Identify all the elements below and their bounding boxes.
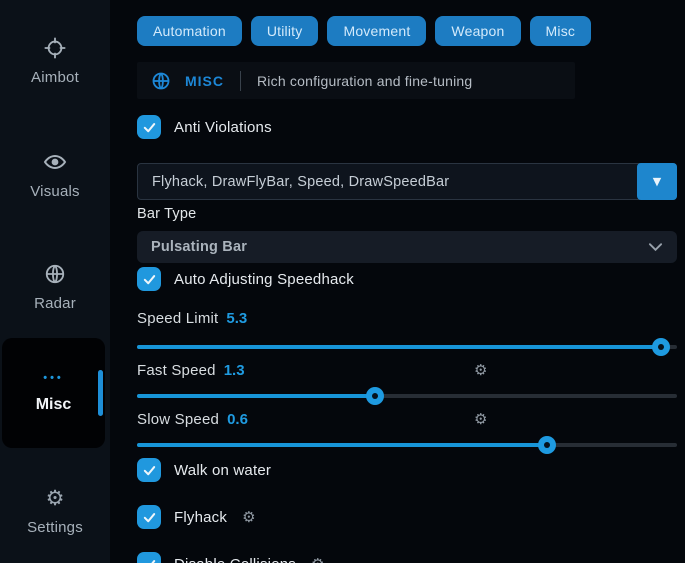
sidebar: Aimbot Visuals Radar •••: [0, 0, 110, 563]
globe-icon: [43, 262, 67, 286]
slider-thumb[interactable]: [652, 338, 670, 356]
slider-label: Fast Speed: [137, 362, 216, 379]
tab-utility[interactable]: Utility: [251, 16, 319, 46]
speed-limit-row: Speed Limit 5.3: [137, 310, 677, 327]
slider-track[interactable]: [137, 345, 677, 349]
ellipsis-icon: •••: [43, 372, 64, 384]
fast-speed-row: Fast Speed 1.3 ⚙: [137, 362, 677, 379]
checkbox-checked-icon[interactable]: [137, 505, 161, 529]
bar-type-label: Bar Type: [137, 206, 196, 222]
tab-automation[interactable]: Automation: [137, 16, 242, 46]
gear-icon: ⚙: [43, 486, 67, 510]
sidebar-item-label: Radar: [34, 295, 76, 312]
gear-icon[interactable]: ⚙: [474, 361, 487, 379]
chevron-down-icon: [648, 242, 663, 252]
sidebar-item-label: Misc: [36, 396, 72, 414]
auto-adjusting-speedhack-checkbox[interactable]: Auto Adjusting Speedhack: [137, 267, 354, 291]
speed-limit-slider[interactable]: [137, 338, 677, 356]
dropdown-arrow-icon: ▼: [653, 175, 661, 188]
gear-icon[interactable]: ⚙: [242, 508, 255, 526]
checkbox-label: Anti Violations: [174, 119, 272, 136]
bar-elements-value: Flyhack, DrawFlyBar, Speed, DrawSpeedBar: [138, 174, 638, 190]
slider-thumb[interactable]: [366, 387, 384, 405]
sidebar-item-radar[interactable]: Radar: [0, 262, 110, 312]
sidebar-item-settings[interactable]: ⚙ Settings: [0, 486, 110, 536]
category-tabs: Automation Utility Movement Weapon Misc: [137, 16, 591, 46]
disable-collisions-checkbox[interactable]: Disable Collisions ⚙: [137, 552, 324, 563]
checkbox-checked-icon[interactable]: [137, 267, 161, 291]
eye-icon: [43, 150, 67, 174]
slider-thumb[interactable]: [538, 436, 556, 454]
sidebar-item-visuals[interactable]: Visuals: [0, 150, 110, 200]
checkbox-checked-icon[interactable]: [137, 458, 161, 482]
tab-movement[interactable]: Movement: [327, 16, 426, 46]
fast-speed-slider[interactable]: [137, 387, 677, 405]
slider-track[interactable]: [137, 394, 677, 398]
cheat-menu-window: Aimbot Visuals Radar •••: [0, 0, 685, 563]
dropdown-open-button[interactable]: ▼: [637, 163, 677, 200]
sidebar-item-aimbot[interactable]: Aimbot: [0, 36, 110, 86]
slider-fill: [137, 443, 547, 447]
gear-icon[interactable]: ⚙: [311, 555, 324, 563]
slider-fill: [137, 345, 661, 349]
sidebar-item-misc-active[interactable]: ••• Misc: [2, 338, 105, 448]
tab-weapon[interactable]: Weapon: [435, 16, 520, 46]
slider-value: 1.3: [224, 362, 245, 379]
sidebar-item-label: Settings: [27, 519, 83, 536]
bar-type-select[interactable]: Pulsating Bar: [137, 231, 677, 263]
walk-on-water-checkbox[interactable]: Walk on water: [137, 458, 271, 482]
section-title: MISC: [185, 73, 224, 89]
main-content: Automation Utility Movement Weapon Misc …: [137, 0, 677, 563]
slider-thumb-center: [544, 442, 550, 448]
slow-speed-slider[interactable]: [137, 436, 677, 454]
checkbox-label: Walk on water: [174, 462, 271, 479]
slider-value: 5.3: [226, 310, 247, 327]
checkbox-checked-icon[interactable]: [137, 552, 161, 563]
anti-violations-checkbox[interactable]: Anti Violations: [137, 115, 272, 139]
checkbox-label: Auto Adjusting Speedhack: [174, 271, 354, 288]
globe-icon: [151, 71, 171, 91]
slider-value: 0.6: [227, 411, 248, 428]
active-indicator-bar: [98, 370, 103, 416]
bar-type-value: Pulsating Bar: [151, 239, 648, 255]
divider: [240, 71, 241, 91]
gear-icon[interactable]: ⚙: [474, 410, 487, 428]
flyhack-checkbox[interactable]: Flyhack ⚙: [137, 505, 256, 529]
section-header: MISC Rich configuration and fine-tuning: [137, 62, 575, 99]
slider-fill: [137, 394, 375, 398]
slow-speed-row: Slow Speed 0.6 ⚙: [137, 411, 677, 428]
slider-label: Speed Limit: [137, 310, 218, 327]
slider-thumb-center: [658, 344, 664, 350]
checkbox-label: Flyhack: [174, 509, 227, 526]
slider-label: Slow Speed: [137, 411, 219, 428]
slider-thumb-center: [372, 393, 378, 399]
slider-track[interactable]: [137, 443, 677, 447]
tab-misc[interactable]: Misc: [530, 16, 592, 46]
checkbox-label: Disable Collisions: [174, 556, 296, 563]
crosshair-icon: [43, 36, 67, 60]
bar-elements-input[interactable]: Flyhack, DrawFlyBar, Speed, DrawSpeedBar…: [137, 163, 677, 200]
checkbox-checked-icon[interactable]: [137, 115, 161, 139]
section-subtitle: Rich configuration and fine-tuning: [257, 73, 472, 89]
sidebar-item-label: Visuals: [30, 183, 79, 200]
sidebar-item-label: Aimbot: [31, 69, 79, 86]
